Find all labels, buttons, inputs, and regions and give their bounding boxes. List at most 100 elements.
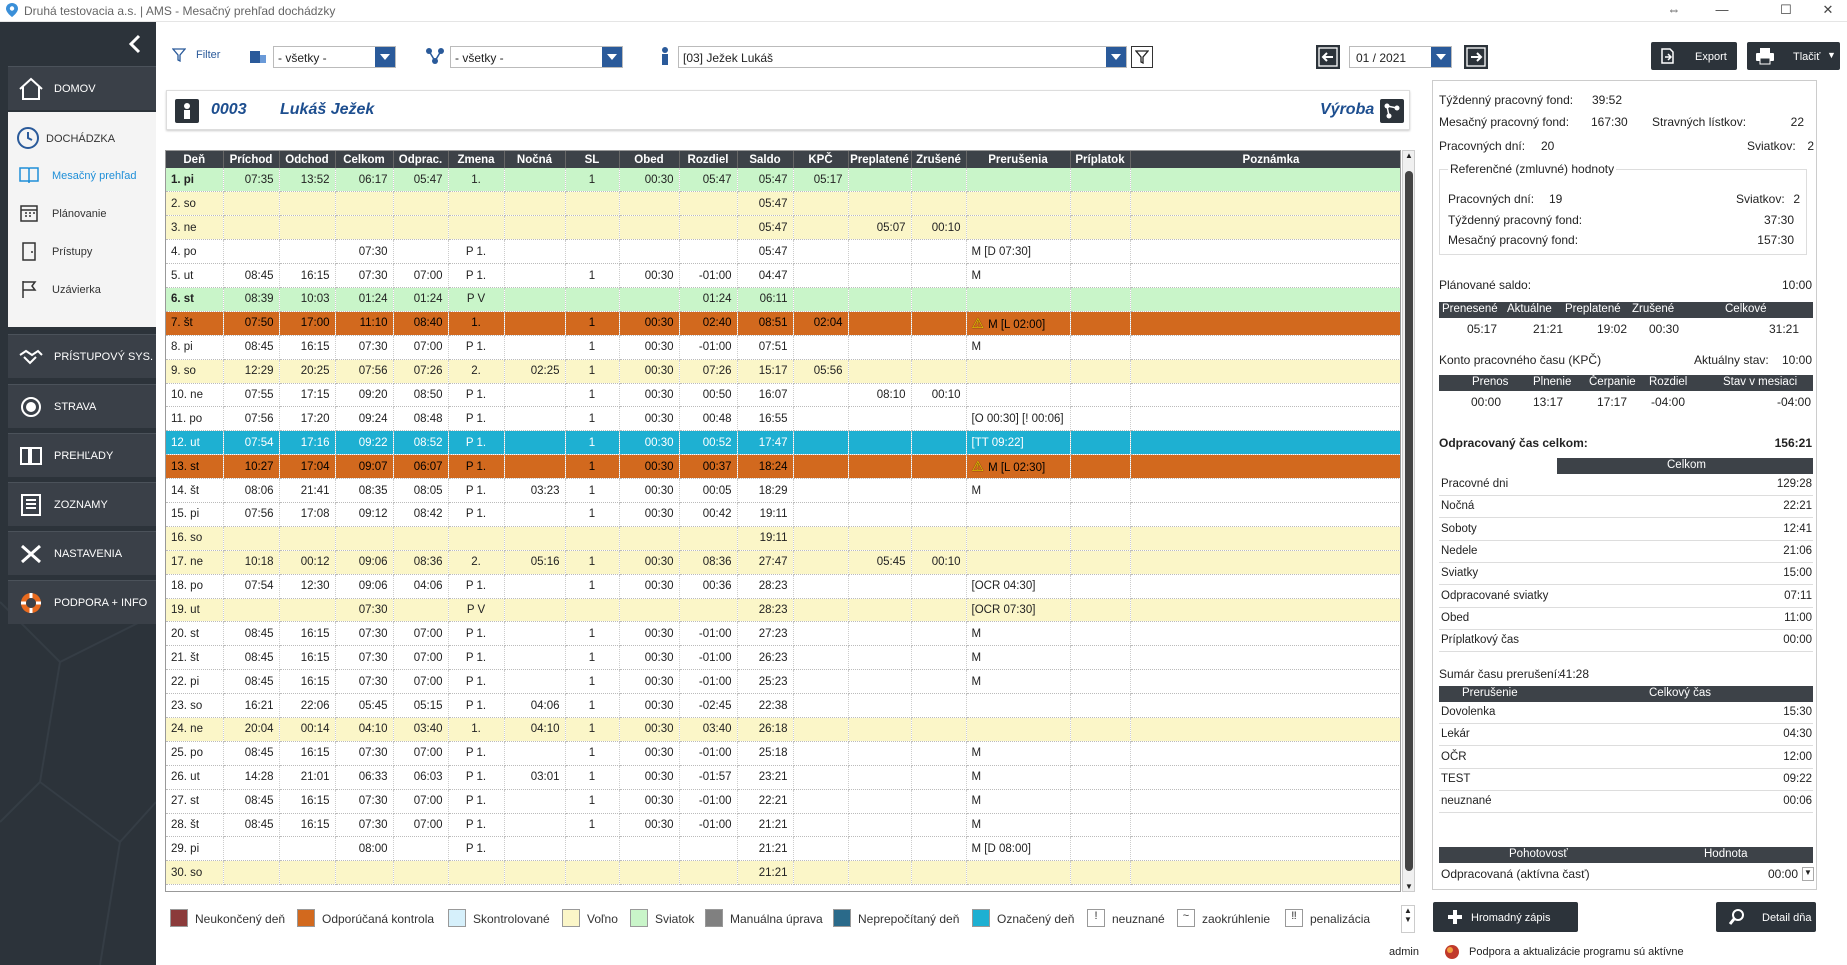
column-header[interactable]: Saldo xyxy=(737,151,794,168)
bulk-entry-button[interactable]: Hromadný zápis xyxy=(1433,902,1578,932)
nav-pristupovy-sys[interactable]: PRÍSTUPOVÝ SYS. xyxy=(8,334,156,378)
table-row[interactable]: 1. pi 07:35 13:52 06:17 05:47 1. 1 00:30 05:47 05… xyxy=(166,168,1400,193)
nav-prehlady[interactable]: PREHĽADY xyxy=(8,433,156,477)
nav-strava[interactable]: STRAVA xyxy=(8,384,156,428)
table-cell xyxy=(565,526,620,551)
close-button[interactable]: ✕ xyxy=(1808,0,1847,22)
nav-podpora[interactable]: PODPORA + INFO xyxy=(8,580,156,624)
filter-button[interactable]: Filter xyxy=(172,46,232,66)
column-header[interactable]: Obed xyxy=(619,151,680,168)
employee-filter-button[interactable] xyxy=(1131,46,1153,68)
table-row[interactable]: 16. so 19:11 xyxy=(166,526,1400,551)
table-row[interactable]: 15. pi 07:56 17:08 09:12 08:42 P 1. 1 00:30 00:4… xyxy=(166,502,1400,527)
kpc-header: Rozdiel xyxy=(1649,376,1688,388)
table-row[interactable]: 25. po 08:45 16:15 07:30 07:00 P 1. 1 00:30 -01:… xyxy=(166,741,1400,766)
table-row[interactable]: 14. št 08:06 21:41 08:35 08:05 P 1. 03:23 1 00:3… xyxy=(166,478,1400,503)
table-row[interactable]: 3. ne 05:47 05:07 00:10 xyxy=(166,215,1400,241)
column-header[interactable]: Deň xyxy=(166,151,224,168)
table-row[interactable]: 24. ne 20:04 00:14 04:10 03:40 1. 04:10 1 00:30 0… xyxy=(166,717,1400,742)
department-button[interactable] xyxy=(1380,99,1404,123)
table-row[interactable]: 13. st 10:27 17:04 09:07 06:07 P 1. 1 00:30 00:3… xyxy=(166,454,1400,480)
chevron-down-icon[interactable] xyxy=(1106,47,1126,67)
chevron-down-icon[interactable] xyxy=(375,47,395,67)
chevron-down-icon[interactable] xyxy=(602,47,622,67)
group-select[interactable]: - všetky - xyxy=(450,46,623,68)
column-header[interactable]: Rozdiel xyxy=(679,151,738,168)
table-row[interactable]: 27. st 08:45 16:15 07:30 07:00 P 1. 1 00:30 -01:… xyxy=(166,789,1400,814)
table-cell xyxy=(619,860,680,886)
table-cell xyxy=(504,383,566,408)
column-header[interactable]: Príchod xyxy=(223,151,280,168)
table-row[interactable]: 19. ut 07:30 P V 28:23 [OCR 07:30] xyxy=(166,598,1400,623)
collapse-sidebar-icon[interactable] xyxy=(125,34,145,54)
table-row[interactable]: 23. so 16:21 22:06 05:45 05:15 P 1. 04:06 1 00:3… xyxy=(166,693,1400,718)
nav-zoznamy[interactable]: ZOZNAMY xyxy=(8,482,156,526)
column-header[interactable]: KPČ xyxy=(793,151,849,168)
table-cell: 07:30 xyxy=(335,741,394,766)
table-row[interactable]: 17. ne 10:18 00:12 09:06 08:36 2. 05:16 1 00:30 0… xyxy=(166,550,1400,575)
maximize-button[interactable]: ☐ xyxy=(1766,0,1806,22)
table-cell xyxy=(279,598,336,623)
weekly-fund-value: 39:52 xyxy=(1592,93,1623,107)
employee-info-button[interactable] xyxy=(175,99,199,123)
month-select[interactable]: 01 / 2021 xyxy=(1349,46,1452,68)
table-row[interactable]: 9. so 12:29 20:25 07:56 07:26 2. 02:25 1 00:30 07… xyxy=(166,359,1400,384)
column-header[interactable]: Celkom xyxy=(335,151,394,168)
scrollbar-thumb[interactable] xyxy=(1405,171,1413,871)
next-month-button[interactable] xyxy=(1464,45,1488,69)
grid-scrollbar[interactable]: ▲ ▼ xyxy=(1402,150,1415,892)
employee-select[interactable]: [03] Ježek Lukáš xyxy=(678,46,1127,68)
column-header[interactable]: Preplatené xyxy=(848,151,912,168)
table-row[interactable]: 5. ut 08:45 16:15 07:30 07:00 P 1. 1 00:30 -01:0… xyxy=(166,263,1400,288)
column-header[interactable]: Nočná xyxy=(504,151,566,168)
column-header[interactable]: Odprac. xyxy=(393,151,449,168)
column-header[interactable]: SL xyxy=(565,151,620,168)
table-row[interactable]: 7. št 07:50 17:00 11:10 08:40 1. 1 00:30 02:40 08… xyxy=(166,311,1400,336)
column-header[interactable]: Príplatok xyxy=(1070,151,1131,168)
sidebar-item-mesacny-prehlad[interactable]: Mesačný prehľad xyxy=(18,160,156,190)
scroll-up-icon[interactable]: ▲ xyxy=(1405,151,1413,160)
print-button[interactable]: Tlačiť ▼ xyxy=(1747,42,1840,70)
table-row[interactable]: 12. ut 07:54 17:16 09:22 08:52 P 1. 1 00:30 00:5… xyxy=(166,430,1400,456)
sidebar-item-uzavierka[interactable]: Uzávierka xyxy=(18,274,156,304)
table-row[interactable]: 28. št 08:45 16:15 07:30 07:00 P 1. 1 00:30 -01:… xyxy=(166,813,1400,838)
nav-home[interactable]: DOMOV xyxy=(8,66,156,110)
table-row[interactable]: 4. po 07:30 P 1. 05:47 M [D 07:30] xyxy=(166,239,1400,265)
day-detail-button[interactable]: Detail dňa xyxy=(1716,902,1816,932)
table-row[interactable]: 30. so 21:21 xyxy=(166,860,1400,886)
table-row[interactable]: 21. št 08:45 16:15 07:30 07:00 P 1. 1 00:30 -01:… xyxy=(166,645,1400,671)
sidebar-item-planovanie[interactable]: Plánovanie xyxy=(18,198,156,228)
resize-icon[interactable]: ⇔ xyxy=(1654,0,1694,22)
table-row[interactable]: 26. ut 14:28 21:01 06:33 06:03 P 1. 03:01 1 00:3… xyxy=(166,765,1400,790)
table-row[interactable]: 11. po 07:56 17:20 09:24 08:48 P 1. 1 00:30 00:4… xyxy=(166,406,1400,432)
legend-scroll[interactable]: ▲ ▼ xyxy=(1401,905,1415,933)
export-button[interactable]: Export xyxy=(1651,42,1737,70)
chevron-down-icon[interactable]: ▼ xyxy=(1802,867,1814,881)
table-row[interactable]: 2. so 05:47 xyxy=(166,191,1400,217)
table-row[interactable]: 29. pi 08:00 P 1. 21:21 M [D 08:00] xyxy=(166,836,1400,862)
column-header[interactable]: Zmena xyxy=(448,151,505,168)
column-header[interactable]: Prerušenia xyxy=(966,151,1071,168)
scroll-down-icon[interactable]: ▼ xyxy=(1405,882,1413,891)
table-row[interactable]: 10. ne 07:55 17:15 09:20 08:50 P 1. 1 00:30 00:5… xyxy=(166,383,1400,408)
table-row[interactable]: 8. pi 08:45 16:15 07:30 07:00 P 1. 1 00:30 -01:0… xyxy=(166,335,1400,360)
table-cell xyxy=(504,621,566,647)
table-cell: 03:01 xyxy=(504,765,566,790)
chevron-down-icon[interactable] xyxy=(1431,47,1451,67)
table-row[interactable]: 18. po 07:54 12:30 09:06 04:06 P 1. 1 00:30 00:3… xyxy=(166,574,1400,599)
department-select[interactable]: - všetky - xyxy=(273,46,396,68)
column-header[interactable]: Zrušené xyxy=(911,151,967,168)
table-cell: 28:23 xyxy=(737,574,794,599)
nav-dochadzka[interactable]: DOCHÁDZKA xyxy=(8,122,156,152)
table-cell xyxy=(1130,287,1400,312)
prev-month-button[interactable] xyxy=(1316,45,1340,69)
column-header[interactable]: Odchod xyxy=(279,151,336,168)
table-row[interactable]: 20. st 08:45 16:15 07:30 07:00 P 1. 1 00:30 -01:… xyxy=(166,621,1400,647)
column-header[interactable]: Poznámka xyxy=(1130,151,1400,168)
table-row[interactable]: 22. pi 08:45 16:15 07:30 07:00 P 1. 1 00:30 -01:… xyxy=(166,669,1400,695)
nav-nastavenia[interactable]: NASTAVENIA xyxy=(8,531,156,575)
table-cell: 1 xyxy=(565,502,620,527)
sidebar-item-pristupy[interactable]: Prístupy xyxy=(18,236,156,266)
table-row[interactable]: 6. st 08:39 10:03 01:24 01:24 P V 01:24 06:11 xyxy=(166,287,1400,312)
minimize-button[interactable]: — xyxy=(1702,0,1742,22)
